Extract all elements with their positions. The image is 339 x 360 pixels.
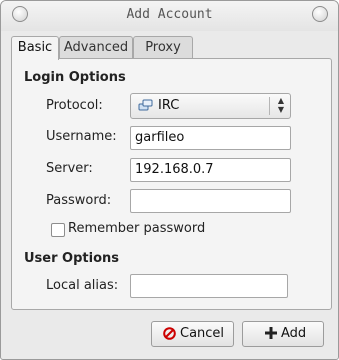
remember-password-checkbox[interactable] xyxy=(51,223,65,237)
protocol-value: IRC xyxy=(158,98,180,113)
remember-password-label[interactable]: Remember password xyxy=(68,221,205,236)
tab-advanced[interactable]: Advanced xyxy=(59,36,133,58)
user-options-heading: User Options xyxy=(24,251,119,266)
cancel-button[interactable]: Cancel xyxy=(151,321,234,347)
plus-icon xyxy=(265,327,277,343)
server-field[interactable]: 192.168.0.7 xyxy=(130,158,291,182)
title-bar: Add Account xyxy=(1,1,338,31)
local-alias-label: Local alias: xyxy=(46,278,119,293)
window-title: Add Account xyxy=(126,7,213,22)
add-button[interactable]: Add xyxy=(242,321,324,347)
username-label: Username: xyxy=(46,129,117,144)
add-account-dialog: Add Account Basic Advanced Proxy Login O… xyxy=(0,0,339,360)
window-close-button[interactable] xyxy=(312,6,328,22)
cancel-icon xyxy=(163,327,176,344)
password-label: Password: xyxy=(46,193,112,208)
username-field[interactable]: garfileo xyxy=(130,126,291,150)
add-label: Add xyxy=(281,326,307,341)
protocol-label: Protocol: xyxy=(46,98,103,113)
password-field[interactable] xyxy=(130,189,291,213)
local-alias-field[interactable] xyxy=(130,274,288,298)
irc-protocol-icon xyxy=(138,99,154,117)
basic-tab-panel: Login Options Protocol: IRC ▲ ▼ Username:… xyxy=(11,58,332,310)
cancel-label: Cancel xyxy=(180,326,225,341)
spin-arrows-icon: ▲ ▼ xyxy=(277,96,284,114)
protocol-select[interactable]: IRC ▲ ▼ xyxy=(130,93,291,119)
tab-basic[interactable]: Basic xyxy=(11,36,59,60)
login-options-heading: Login Options xyxy=(24,70,126,85)
server-label: Server: xyxy=(46,161,93,176)
tab-proxy[interactable]: Proxy xyxy=(133,36,193,58)
